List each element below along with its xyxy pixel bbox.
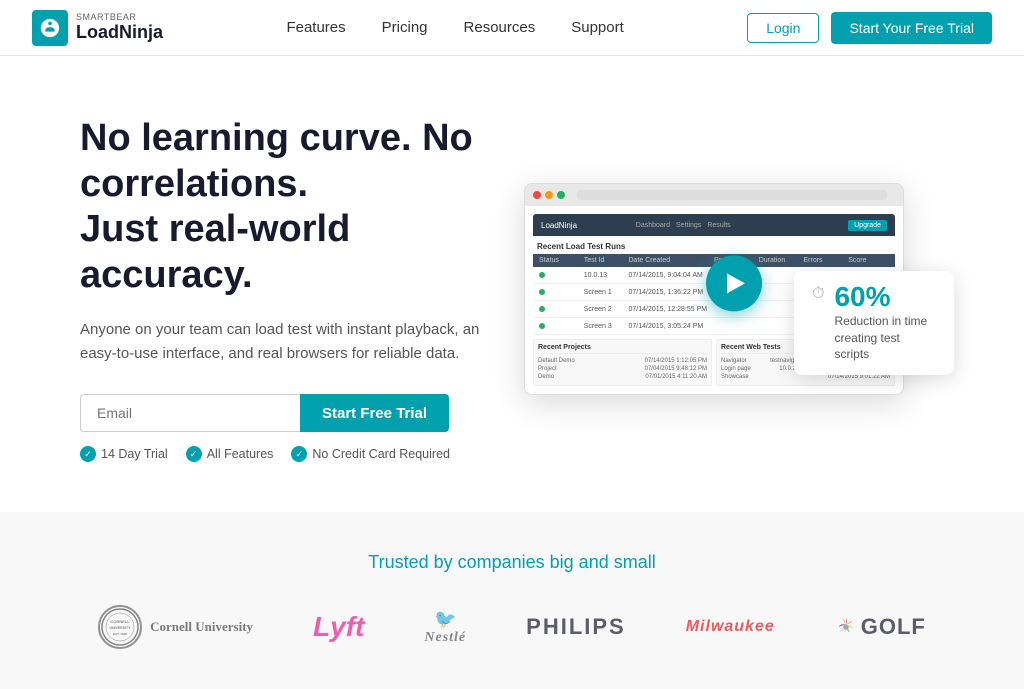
mock-col-errors: Errors bbox=[804, 257, 845, 264]
svg-text:EST. 1865: EST. 1865 bbox=[113, 632, 127, 636]
hero-subtext: Anyone on your team can load test with i… bbox=[80, 318, 480, 366]
nbc-peacock-icon bbox=[835, 616, 857, 638]
philips-text: PHILIPS bbox=[526, 614, 626, 640]
trusted-title: Trusted by companies big and small bbox=[80, 552, 944, 573]
cornell-seal: CORNELL UNIVERSITY EST. 1865 bbox=[98, 605, 142, 649]
badge-features-text: All Features bbox=[207, 447, 274, 461]
logo[interactable]: SMARTBEAR LoadNinja bbox=[32, 10, 163, 46]
milwaukee-text: Milwaukee bbox=[686, 618, 775, 636]
nestle-logo: 🐦 Nestlé bbox=[424, 609, 466, 646]
mock-projects-title: Recent Projects bbox=[538, 344, 707, 354]
login-button[interactable]: Login bbox=[747, 13, 819, 43]
nav-support[interactable]: Support bbox=[571, 19, 624, 36]
mock-col-score: Score bbox=[848, 257, 889, 264]
cornell-text: Cornell University bbox=[150, 619, 253, 635]
hero-left: No learning curve. No correlations. Just… bbox=[80, 116, 524, 462]
stat-badge: ⏱ 60% Reduction in time creating test sc… bbox=[794, 271, 954, 375]
golf-text: GOLF bbox=[861, 614, 926, 640]
nav-resources[interactable]: Resources bbox=[464, 19, 536, 36]
mock-app-title: LoadNinja bbox=[541, 221, 577, 230]
nav-trial-button[interactable]: Start Your Free Trial bbox=[831, 12, 992, 44]
hero-badges: ✓ 14 Day Trial ✓ All Features ✓ No Credi… bbox=[80, 446, 524, 462]
headline-line1: No learning curve. No correlations. bbox=[80, 117, 473, 205]
mock-table-title: Recent Load Test Runs bbox=[533, 239, 895, 254]
email-input[interactable] bbox=[80, 394, 300, 432]
cornell-logo: CORNELL UNIVERSITY EST. 1865 Cornell Uni… bbox=[98, 605, 253, 649]
badge-features: ✓ All Features bbox=[186, 446, 274, 462]
mock-app-header: LoadNinja Dashboard Settings Results Upg… bbox=[533, 214, 895, 236]
check-icon-3: ✓ bbox=[291, 446, 307, 462]
hero-headline: No learning curve. No correlations. Just… bbox=[80, 116, 524, 298]
minimize-dot bbox=[545, 191, 553, 199]
hero-form: Start Free Trial bbox=[80, 394, 524, 432]
badge-no-cc-text: No Credit Card Required bbox=[312, 447, 450, 461]
hero-section: No learning curve. No correlations. Just… bbox=[0, 56, 1024, 512]
stat-content: 60% Reduction in time creating test scri… bbox=[834, 283, 934, 363]
lyft-logo: Lyft bbox=[313, 611, 364, 643]
clock-icon: ⏱ bbox=[812, 285, 824, 303]
mock-projects-panel: Recent Projects Default Demo 07/14/2015 … bbox=[533, 339, 712, 386]
lyft-text: Lyft bbox=[313, 611, 364, 643]
badge-trial-text: 14 Day Trial bbox=[101, 447, 168, 461]
mock-upgrade-btn: Upgrade bbox=[848, 220, 887, 231]
play-button[interactable] bbox=[706, 256, 762, 312]
svg-text:CORNELL: CORNELL bbox=[110, 619, 130, 624]
trusted-section: Trusted by companies big and small CORNE… bbox=[0, 512, 1024, 689]
hero-right: LoadNinja Dashboard Settings Results Upg… bbox=[524, 183, 944, 395]
mock-col-testid: Test Id bbox=[584, 257, 625, 264]
logo-icon bbox=[32, 10, 68, 46]
golf-logo: GOLF bbox=[835, 614, 926, 640]
product-name: LoadNinja bbox=[76, 23, 163, 43]
nav-links: Features Pricing Resources Support bbox=[286, 19, 623, 36]
start-trial-button[interactable]: Start Free Trial bbox=[300, 394, 449, 432]
play-icon bbox=[727, 274, 745, 294]
nestle-bird-icon: 🐦 bbox=[434, 609, 456, 630]
logo-text: SMARTBEAR LoadNinja bbox=[76, 13, 163, 43]
mock-col-status: Status bbox=[539, 257, 580, 264]
close-dot bbox=[533, 191, 541, 199]
stat-number: 60% bbox=[834, 283, 934, 311]
badge-trial: ✓ 14 Day Trial bbox=[80, 446, 168, 462]
ninja-icon bbox=[39, 17, 61, 39]
mock-col-date: Date Created bbox=[629, 257, 711, 264]
mock-col-duration: Duration bbox=[759, 257, 800, 264]
nestle-text: Nestlé bbox=[424, 630, 466, 646]
milwaukee-logo: Milwaukee bbox=[686, 618, 775, 636]
logo-row: CORNELL UNIVERSITY EST. 1865 Cornell Uni… bbox=[80, 605, 944, 649]
mock-panel-row: Default Demo 07/14/2015 1:12:05 PM bbox=[538, 357, 707, 365]
nav-features[interactable]: Features bbox=[286, 19, 345, 36]
mock-window-bar bbox=[525, 184, 903, 206]
maximize-dot bbox=[557, 191, 565, 199]
check-icon-1: ✓ bbox=[80, 446, 96, 462]
nav-actions: Login Start Your Free Trial bbox=[747, 12, 992, 44]
badge-no-cc: ✓ No Credit Card Required bbox=[291, 446, 450, 462]
headline-line2: Just real-world accuracy. bbox=[80, 208, 350, 296]
mock-panel-row: Project 07/04/2015 9:48:12 PM bbox=[538, 365, 707, 373]
check-icon-2: ✓ bbox=[186, 446, 202, 462]
mock-panel-row: Demo 07/01/2015 4:11:20 AM bbox=[538, 373, 707, 381]
philips-logo: PHILIPS bbox=[526, 614, 626, 640]
svg-text:UNIVERSITY: UNIVERSITY bbox=[110, 626, 132, 630]
navigation: SMARTBEAR LoadNinja Features Pricing Res… bbox=[0, 0, 1024, 56]
stat-description: Reduction in time creating test scripts bbox=[834, 313, 934, 363]
nav-pricing[interactable]: Pricing bbox=[382, 19, 428, 36]
